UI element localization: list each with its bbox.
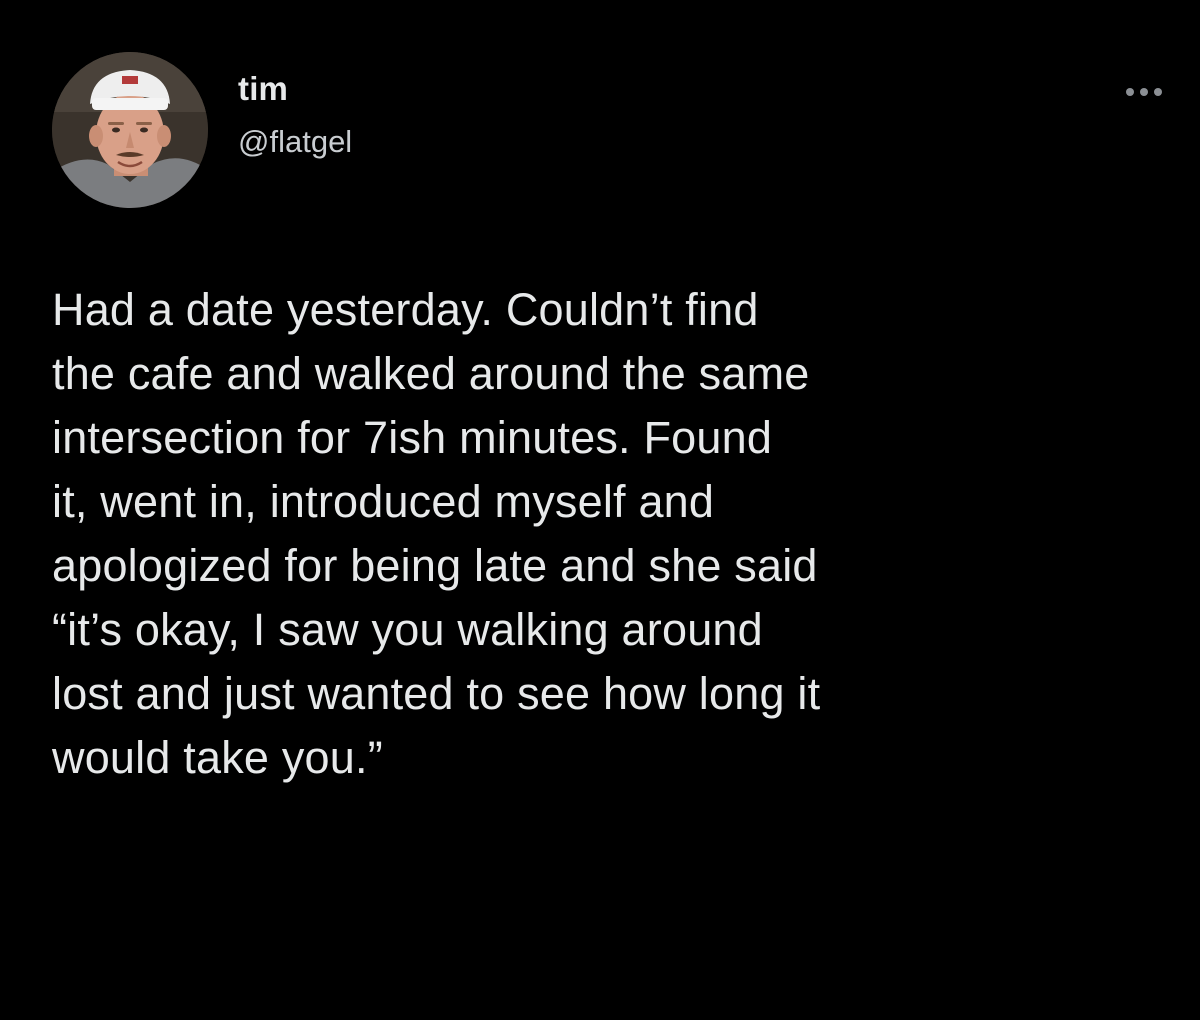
tweet-line: lost and just wanted to see how long it bbox=[52, 668, 821, 719]
ellipsis-icon bbox=[1140, 88, 1148, 96]
avatar[interactable] bbox=[52, 52, 208, 208]
tweet-line: apologized for being late and she said bbox=[52, 540, 818, 591]
tweet-line: would take you.” bbox=[52, 732, 383, 783]
ellipsis-icon bbox=[1154, 88, 1162, 96]
tweet-text: Had a date yesterday. Couldn’t find the … bbox=[52, 278, 1162, 790]
tweet-line: it, went in, introduced myself and bbox=[52, 476, 715, 527]
tweet-line: Had a date yesterday. Couldn’t find bbox=[52, 284, 759, 335]
user-handle[interactable]: @flatgel bbox=[238, 124, 352, 160]
tweet-line: the cafe and walked around the same bbox=[52, 348, 810, 399]
profile-photo-icon bbox=[52, 52, 208, 208]
tweet-card: tim @flatgel Had a date yesterday. Could… bbox=[0, 0, 1200, 1020]
tweet-line: intersection for 7ish minutes. Found bbox=[52, 412, 773, 463]
more-options-button[interactable] bbox=[1116, 72, 1172, 112]
tweet-line: “it’s okay, I saw you walking around bbox=[52, 604, 763, 655]
ellipsis-icon bbox=[1126, 88, 1134, 96]
display-name[interactable]: tim bbox=[238, 70, 288, 108]
